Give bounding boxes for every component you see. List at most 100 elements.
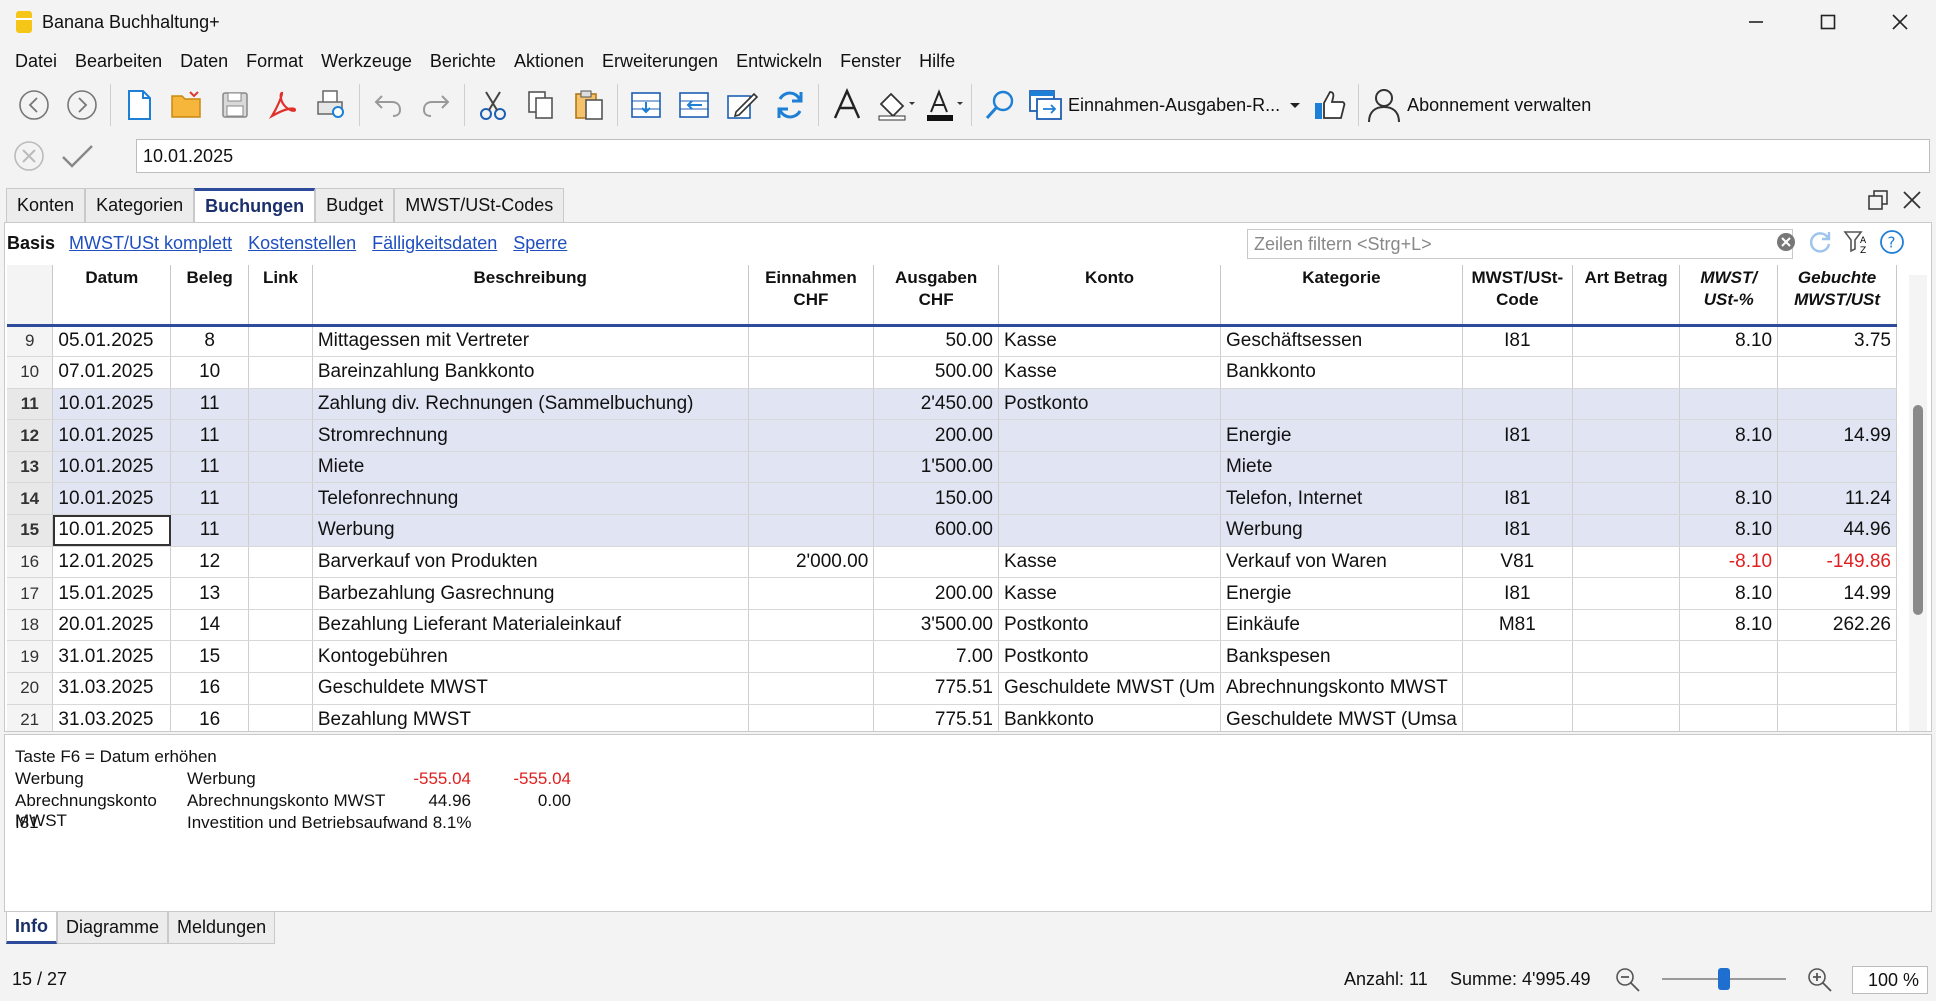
cell-beschreibung[interactable]: Bezahlung MWST — [312, 704, 749, 731]
cell-art-betrag[interactable] — [1572, 609, 1681, 642]
cell-datum[interactable]: 10.01.2025 — [52, 451, 172, 484]
cell-konto[interactable]: Postkonto — [998, 640, 1221, 674]
cell-ausgaben[interactable]: 200.00 — [873, 577, 999, 610]
cell-link[interactable] — [248, 388, 313, 421]
refresh-filter-icon[interactable] — [1807, 229, 1833, 255]
close-window-button[interactable] — [1864, 0, 1936, 44]
zoom-level[interactable]: 100 % — [1852, 966, 1928, 994]
cell-mwst-pct[interactable] — [1679, 451, 1779, 484]
cell-einnahmen[interactable] — [748, 482, 875, 516]
cell-editor-input[interactable]: 10.01.2025 — [136, 139, 1930, 173]
cell-gebuchte-mwst[interactable]: 262.26 — [1777, 609, 1897, 642]
cell-einnahmen[interactable] — [748, 451, 875, 484]
cell-ausgaben[interactable]: 500.00 — [873, 356, 999, 389]
cell-datum[interactable]: 07.01.2025 — [52, 356, 172, 389]
menu-format[interactable]: Format — [237, 51, 312, 72]
cell-link[interactable] — [248, 704, 313, 731]
cell-einnahmen[interactable] — [748, 419, 875, 452]
cell-kategorie[interactable] — [1220, 388, 1463, 421]
cell-art-betrag[interactable] — [1572, 451, 1681, 484]
fill-color-button[interactable] — [871, 83, 919, 127]
cell-kategorie[interactable]: Werbung — [1220, 514, 1463, 547]
cancel-edit-button[interactable] — [6, 136, 52, 176]
cell-konto[interactable] — [998, 419, 1221, 452]
cell-ausgaben[interactable]: 2'450.00 — [873, 388, 999, 421]
cell-art-betrag[interactable] — [1572, 640, 1681, 674]
delete-rows-button[interactable] — [670, 83, 718, 127]
cell-kategorie[interactable]: Einkäufe — [1220, 609, 1463, 642]
insert-rows-button[interactable] — [622, 83, 670, 127]
redo-button[interactable] — [412, 83, 460, 127]
cell-ausgaben[interactable]: 775.51 — [873, 704, 999, 731]
table-row[interactable]: 20 31.03.2025 16 Geschuldete MWST 775.51 Gesc… — [7, 672, 1897, 705]
cell-link[interactable] — [248, 514, 313, 547]
cell-konto[interactable]: Kasse — [998, 356, 1221, 389]
cell-art-betrag[interactable] — [1572, 577, 1681, 610]
header-beschreibung[interactable]: Beschreibung — [312, 265, 749, 327]
restore-window-icon[interactable] — [1866, 188, 1890, 212]
cell-mwst-code[interactable] — [1462, 672, 1573, 705]
cell-gebuchte-mwst[interactable]: -149.86 — [1777, 546, 1897, 579]
row-filter-input[interactable]: Zeilen filtern <Strg+L> — [1247, 229, 1793, 259]
tab-budget[interactable]: Budget — [315, 188, 395, 222]
cell-datum[interactable]: 05.01.2025 — [52, 325, 172, 358]
cell-mwst-code[interactable]: I81 — [1462, 514, 1573, 547]
zoom-out-icon[interactable] — [1614, 966, 1642, 994]
cell-beschreibung[interactable]: Miete — [312, 451, 749, 484]
cell-link[interactable] — [248, 546, 313, 579]
menu-aktionen[interactable]: Aktionen — [505, 51, 593, 72]
cell-mwst-code[interactable] — [1462, 356, 1573, 389]
cell-ausgaben[interactable]: 50.00 — [873, 325, 999, 358]
text-color-button[interactable] — [919, 83, 967, 127]
table-row[interactable]: 19 31.01.2025 15 Kontogebühren 7.00 Postkonto… — [7, 640, 1897, 674]
zoom-in-icon[interactable] — [1806, 966, 1834, 994]
cell-beschreibung[interactable]: Mittagessen mit Vertreter — [312, 325, 749, 358]
cell-gebuchte-mwst[interactable] — [1777, 356, 1897, 389]
cell-beschreibung[interactable]: Zahlung div. Rechnungen (Sammelbuchung) — [312, 388, 749, 421]
header-beleg[interactable]: Beleg — [170, 265, 250, 327]
cell-link[interactable] — [248, 672, 313, 705]
cell-mwst-pct[interactable] — [1679, 388, 1779, 421]
menu-werkzeuge[interactable]: Werkzeuge — [312, 51, 421, 72]
cell-konto[interactable]: Kasse — [998, 325, 1221, 358]
recalculate-button[interactable] — [766, 83, 814, 127]
cell-art-betrag[interactable] — [1572, 514, 1681, 547]
search-button[interactable] — [976, 83, 1024, 127]
cell-beleg[interactable]: 10 — [170, 356, 250, 389]
cell-mwst-code[interactable] — [1462, 704, 1573, 731]
cell-link[interactable] — [248, 325, 313, 358]
view-faelligkeitsdaten[interactable]: Fälligkeitsdaten — [372, 233, 497, 254]
scrollbar-thumb[interactable] — [1913, 405, 1923, 615]
cell-link[interactable] — [248, 451, 313, 484]
sort-filter-icon[interactable]: AZ — [1843, 229, 1869, 255]
cell-ausgaben[interactable]: 1'500.00 — [873, 451, 999, 484]
cell-gebuchte-mwst[interactable]: 14.99 — [1777, 419, 1897, 452]
menu-daten[interactable]: Daten — [171, 51, 237, 72]
cell-mwst-code[interactable]: I81 — [1462, 325, 1573, 358]
menu-fenster[interactable]: Fenster — [831, 51, 910, 72]
font-button[interactable] — [823, 83, 871, 127]
cell-mwst-code[interactable] — [1462, 640, 1573, 674]
row-number[interactable]: 9 — [7, 325, 54, 358]
view-mwst-komplett[interactable]: MWST/USt komplett — [69, 233, 232, 254]
table-row[interactable]: 9 05.01.2025 8 Mittagessen mit Vertreter 50.… — [7, 325, 1897, 358]
cell-ausgaben[interactable]: 150.00 — [873, 482, 999, 516]
back-button[interactable] — [10, 83, 58, 127]
cell-einnahmen[interactable] — [748, 577, 875, 610]
cell-mwst-code[interactable]: I81 — [1462, 482, 1573, 516]
new-file-button[interactable] — [115, 83, 163, 127]
cell-art-betrag[interactable] — [1572, 325, 1681, 358]
cell-einnahmen[interactable] — [748, 388, 875, 421]
cell-kategorie[interactable]: Miete — [1220, 451, 1463, 484]
table-row[interactable]: 14 10.01.2025 11 Telefonrechnung 150.00 Telef… — [7, 482, 1897, 516]
cell-kategorie[interactable]: Geschuldete MWST (Umsa — [1220, 704, 1463, 731]
cell-art-betrag[interactable] — [1572, 388, 1681, 421]
cell-mwst-pct[interactable]: 8.10 — [1679, 325, 1779, 358]
view-sperre[interactable]: Sperre — [513, 233, 567, 254]
cell-mwst-code[interactable] — [1462, 388, 1573, 421]
cell-gebuchte-mwst[interactable]: 3.75 — [1777, 325, 1897, 358]
cell-beschreibung[interactable]: Barverkauf von Produkten — [312, 546, 749, 579]
like-button[interactable] — [1306, 83, 1354, 127]
save-button[interactable] — [211, 83, 259, 127]
row-number[interactable]: 13 — [7, 451, 54, 484]
